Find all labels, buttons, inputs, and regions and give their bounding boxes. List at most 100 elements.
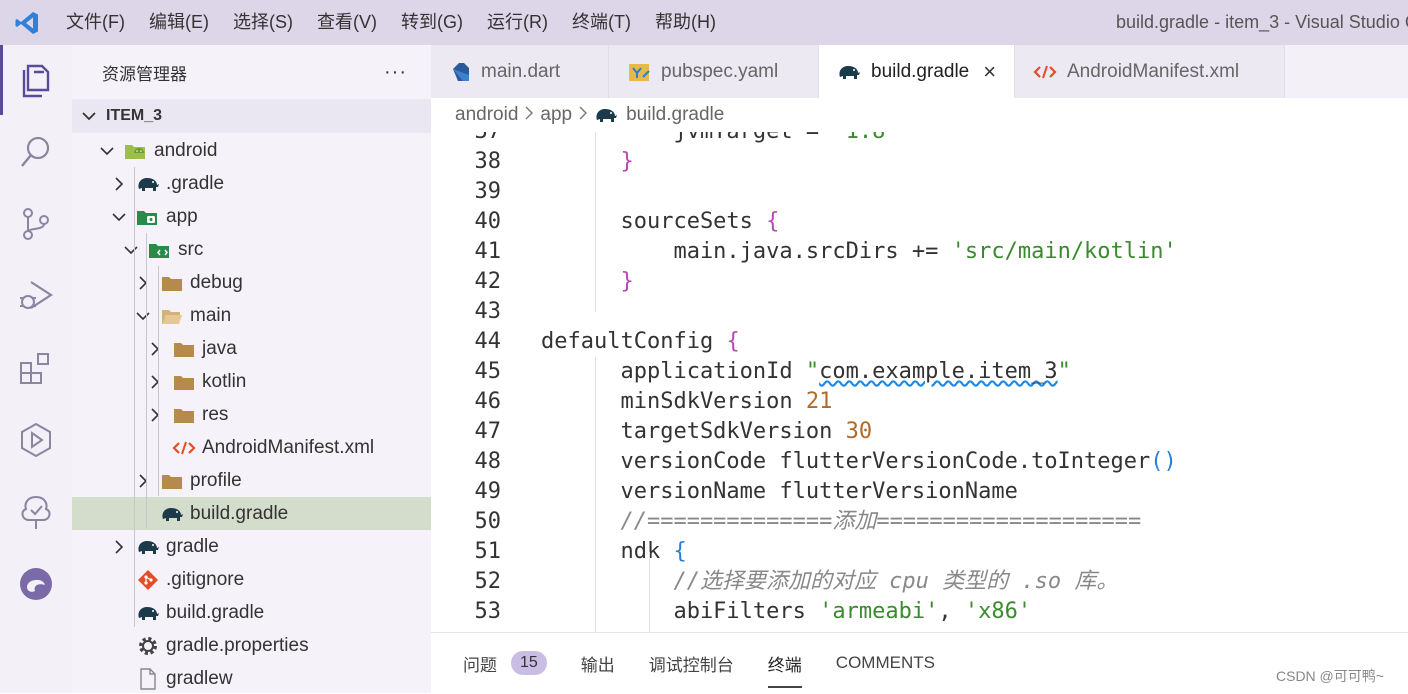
code-token: //选择要添加的对应 cpu 类型的 .so 库。	[541, 569, 1119, 594]
menu-item[interactable]: 查看(V)	[305, 0, 389, 45]
tree-item[interactable]: gradlew	[72, 662, 431, 693]
tree-item-label: AndroidManifest.xml	[202, 436, 375, 458]
testing-tree-icon[interactable]	[0, 477, 72, 547]
menu-item[interactable]: 转到(G)	[389, 0, 475, 45]
xml-icon	[1033, 63, 1057, 81]
code-text: }	[541, 147, 634, 177]
tree-item[interactable]: src	[72, 233, 431, 266]
file-icon	[136, 667, 160, 690]
tree-item[interactable]: android	[72, 134, 431, 167]
output-tab[interactable]: 输出	[581, 633, 615, 694]
menu-item[interactable]: 选择(S)	[221, 0, 305, 45]
debug-console-tab[interactable]: 调试控制台	[649, 633, 734, 694]
terminal-tab[interactable]: 终端	[767, 633, 802, 694]
code-line: 39	[431, 177, 1408, 207]
extensions-icon[interactable]	[0, 333, 72, 403]
code-text: versionName flutterVersionName	[541, 477, 1017, 507]
tree-item[interactable]: res	[72, 398, 431, 431]
breadcrumb: android app build.gradle	[431, 98, 1408, 132]
tab-main-dart[interactable]: main.dart	[431, 45, 609, 98]
tree-item[interactable]: .gitignore	[72, 563, 431, 596]
tree-item[interactable]: app	[72, 200, 431, 233]
indent-guide	[134, 167, 135, 627]
code-line: 46 minSdkVersion 21	[431, 387, 1408, 417]
code-token: 30	[845, 419, 873, 444]
tab-pubspec-yaml[interactable]: pubspec.yaml	[609, 45, 819, 98]
code-line: 44 defaultConfig {	[431, 327, 1408, 357]
chevron-down-icon	[80, 107, 98, 125]
code-token: {	[673, 539, 687, 564]
code-line: 38 }	[431, 147, 1408, 177]
chevron-right-icon	[110, 538, 128, 556]
tree-item[interactable]: gradle.properties	[72, 629, 431, 662]
code-token: {	[766, 209, 780, 234]
tab-label: pubspec.yaml	[661, 60, 779, 82]
code-token: versionCode flutterVersionCode.toInteger	[541, 449, 1151, 474]
breadcrumb-item[interactable]: build.gradle	[626, 104, 724, 126]
menu-item[interactable]: 编辑(E)	[137, 0, 221, 45]
gradle-elephant-icon	[136, 173, 160, 195]
code-line: 48 versionCode flutterVersionCode.toInte…	[431, 447, 1408, 477]
line-number: 53	[474, 599, 502, 624]
gradle-elephant-icon	[160, 503, 184, 525]
workspace-section-header[interactable]: ITEM_3	[72, 99, 431, 133]
tab-build-gradle[interactable]: build.gradle ×	[819, 45, 1015, 98]
gradle-elephant-icon	[837, 63, 861, 81]
code-token: com.example.item_3	[819, 359, 1058, 384]
line-number: 39	[474, 179, 502, 204]
search-icon[interactable]	[0, 117, 72, 187]
code-token: "	[805, 359, 820, 384]
menu-item[interactable]: 文件(F)	[54, 0, 137, 45]
breadcrumb-item[interactable]: android	[455, 104, 518, 126]
folder-icon	[172, 371, 196, 393]
problems-label: 问题	[463, 655, 497, 675]
menu-item[interactable]: 终端(T)	[560, 0, 643, 45]
code-line: 49 versionName flutterVersionName	[431, 477, 1408, 507]
tree-item[interactable]: debug	[72, 266, 431, 299]
tab-androidmanifest-xml[interactable]: AndroidManifest.xml	[1015, 45, 1285, 98]
tree-item[interactable]: gradle	[72, 530, 431, 563]
tree-item[interactable]: kotlin	[72, 365, 431, 398]
problems-tab[interactable]: 问题 15	[463, 633, 547, 694]
tree-item-label: android	[154, 139, 218, 161]
code-line: 52 //选择要添加的对应 cpu 类型的 .so 库。	[431, 567, 1408, 597]
more-actions-button[interactable]: ···	[384, 61, 407, 84]
tree-item[interactable]: build.gradle	[72, 497, 431, 530]
tree-item[interactable]: profile	[72, 464, 431, 497]
tree-item[interactable]: AndroidManifest.xml	[72, 431, 431, 464]
tree-item-label: res	[202, 403, 229, 425]
breadcrumb-item[interactable]: app	[540, 104, 572, 126]
code-token: targetSdkVersion	[541, 419, 846, 444]
run-debug-icon[interactable]	[0, 261, 72, 331]
line-number: 52	[474, 569, 502, 594]
code-token: abiFilters	[541, 599, 820, 624]
source-control-icon[interactable]	[0, 189, 72, 259]
explorer-header: 资源管理器 ···	[72, 45, 431, 99]
tree-item-label: gradle	[166, 535, 219, 557]
comments-tab[interactable]: COMMENTS	[836, 633, 935, 694]
menu-item[interactable]: 运行(R)	[475, 0, 560, 45]
tree-item[interactable]: .gradle	[72, 167, 431, 200]
code-token: defaultConfig	[541, 329, 727, 354]
explorer-icon[interactable]	[0, 45, 72, 115]
code-token: }	[620, 149, 634, 174]
indent-guide	[649, 552, 650, 632]
gradle-elephant-icon	[594, 106, 618, 124]
tree-item[interactable]: build.gradle	[72, 596, 431, 629]
code-line: 51 ndk {	[431, 537, 1408, 567]
remote-explorer-icon[interactable]	[0, 405, 72, 475]
tree-item[interactable]: main	[72, 299, 431, 332]
indent-guide	[595, 132, 596, 312]
tree-item[interactable]: java	[72, 332, 431, 365]
code-token: "	[1057, 359, 1071, 384]
code-editor[interactable]: 37 jvmTarget = '1.8'38 }3940 sourceSets …	[431, 132, 1408, 632]
chevron-down-icon	[98, 142, 116, 160]
edge-icon[interactable]	[0, 549, 72, 619]
code-token: ndk	[541, 539, 674, 564]
menu-item[interactable]: 帮助(H)	[643, 0, 728, 45]
close-icon[interactable]: ×	[983, 59, 996, 85]
